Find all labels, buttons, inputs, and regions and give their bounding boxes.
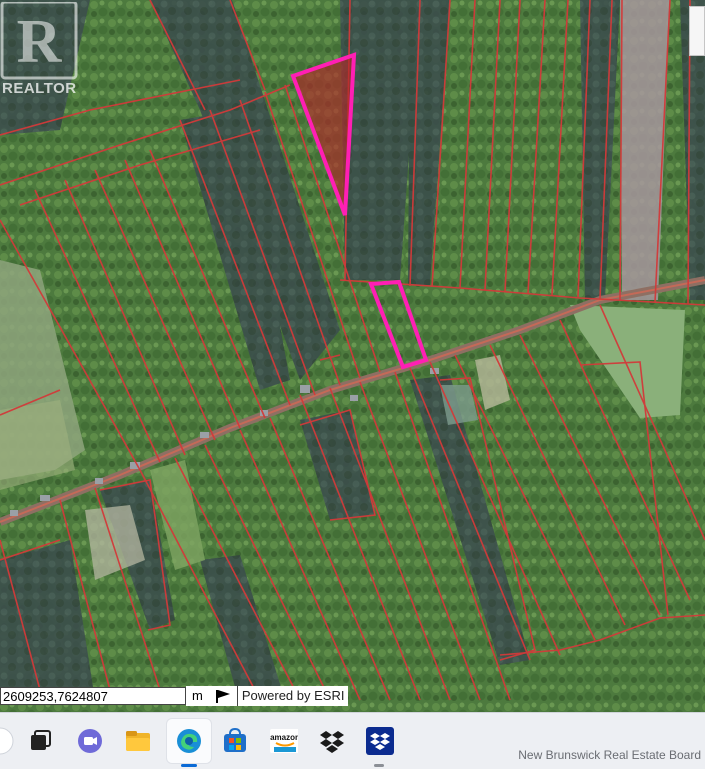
store-icon[interactable] xyxy=(221,727,249,755)
dropbox-icon[interactable] xyxy=(318,727,346,755)
map-control-button[interactable] xyxy=(689,6,705,56)
aerial-map[interactable] xyxy=(0,0,705,712)
coordinate-input[interactable] xyxy=(0,687,186,705)
running-app-indicator xyxy=(374,764,384,767)
esri-attribution[interactable]: Powered by ESRI xyxy=(237,686,349,706)
amazon-icon-label: amazon xyxy=(270,733,298,742)
dropbox-app-icon[interactable] xyxy=(366,727,394,755)
task-view-icon[interactable] xyxy=(26,727,54,755)
active-app-indicator xyxy=(181,764,197,767)
svg-text:R: R xyxy=(17,8,63,76)
teams-icon[interactable] xyxy=(76,727,104,755)
unit-label: m xyxy=(186,686,209,706)
amazon-icon[interactable]: amazon xyxy=(270,727,298,755)
edge-icon[interactable] xyxy=(175,727,203,755)
board-watermark: New Brunswick Real Estate Board xyxy=(518,748,701,762)
flag-icon[interactable] xyxy=(208,686,238,706)
file-explorer-icon[interactable] xyxy=(124,727,152,755)
coordinate-bar: m Powered by ESRI xyxy=(0,686,349,706)
realtor-logo-text: REALTOR xyxy=(2,80,77,97)
start-icon[interactable] xyxy=(0,727,14,755)
